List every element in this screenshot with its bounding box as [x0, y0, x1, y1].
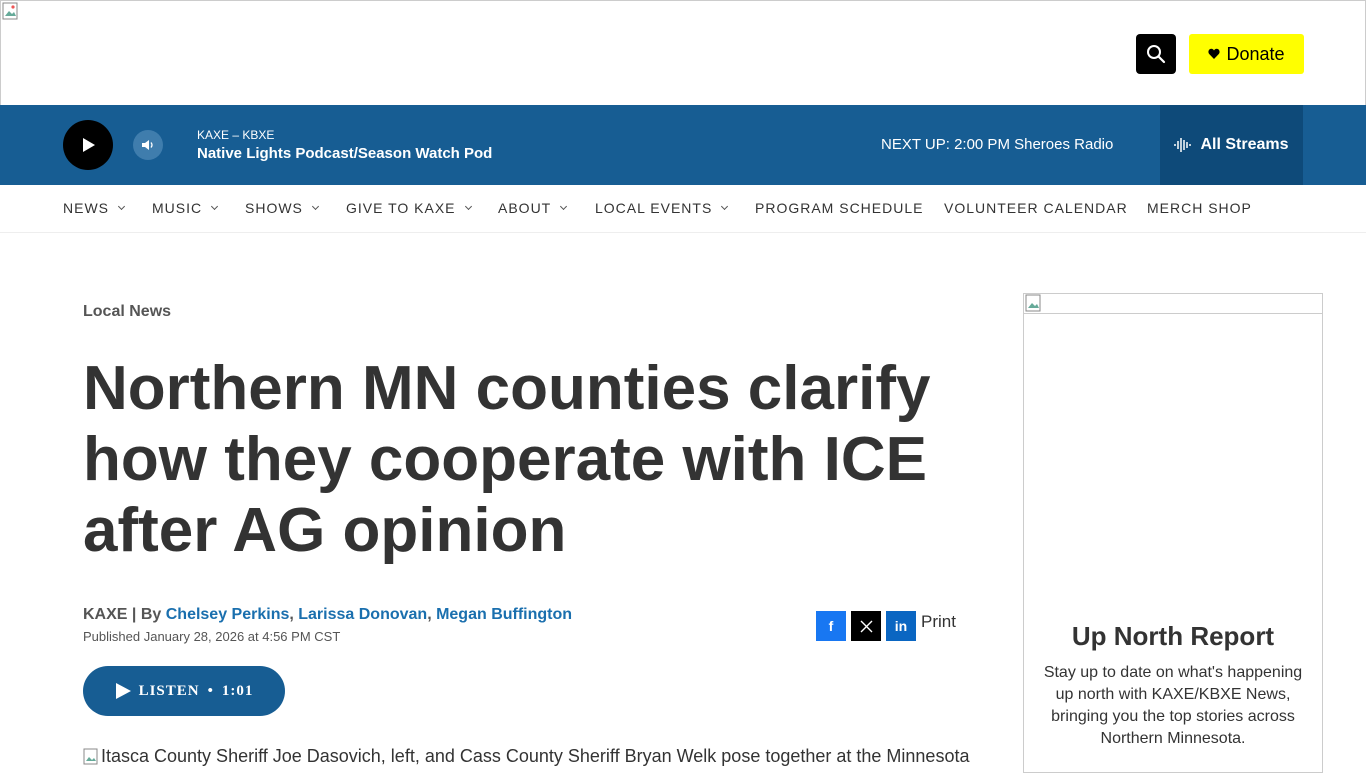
nav-item-label: PROGRAM SCHEDULE — [755, 200, 924, 216]
nav-item-label: LOCAL EVENTS — [595, 200, 713, 216]
volume-button[interactable] — [133, 130, 163, 160]
play-button[interactable] — [63, 120, 113, 170]
main-navigation: NEWS MUSIC SHOWS GIVE TO KAXE ABOUT LOCA… — [0, 185, 1366, 233]
nav-item-about[interactable]: ABOUT — [498, 200, 568, 216]
donate-label: Donate — [1226, 43, 1285, 64]
listen-duration: 1:01 — [221, 682, 254, 699]
nav-item-shows[interactable]: SHOWS — [245, 200, 319, 216]
byline: KAXE | By Chelsey Perkins, Larissa Donov… — [83, 606, 573, 623]
site-header: Donate — [0, 0, 1366, 105]
print-button[interactable]: Print — [921, 612, 956, 632]
nav-item-program-schedule[interactable]: PROGRAM SCHEDULE — [755, 200, 923, 216]
now-playing-program[interactable]: Native Lights Podcast/Season Watch Pod — [197, 145, 492, 162]
published-date: Published January 28, 2026 at 4:56 PM CS… — [83, 629, 341, 644]
chevron-down-icon — [560, 202, 568, 210]
nav-item-label: GIVE TO KAXE — [346, 200, 456, 216]
volume-icon — [142, 140, 153, 150]
broken-image-icon — [1025, 294, 1041, 312]
author-link[interactable]: Larissa Donovan — [298, 606, 427, 623]
chevron-down-icon — [117, 202, 126, 210]
sidebar-description: Stay up to date on what's happening up n… — [1043, 664, 1303, 747]
listen-label: LISTEN — [138, 682, 200, 699]
x-share-button[interactable] — [851, 611, 881, 641]
all-streams-button[interactable]: All Streams — [1160, 105, 1303, 185]
broken-logo-image-icon[interactable] — [2, 2, 20, 22]
chevron-down-icon — [464, 202, 472, 210]
play-icon — [115, 683, 131, 699]
nav-item-give-to-kaxe[interactable]: GIVE TO KAXE — [346, 200, 472, 216]
article-title: Northern MN counties clarify how they co… — [83, 354, 931, 565]
heart-icon — [1208, 48, 1221, 59]
nav-item-label: VOLUNTEER CALENDAR — [944, 200, 1128, 216]
sidebar-image — [1024, 294, 1322, 314]
linkedin-icon: in — [894, 618, 908, 634]
image-alt-text: Itasca County Sheriff Joe Dasovich, left… — [101, 746, 970, 766]
nav-item-label: NEWS — [63, 200, 109, 216]
source-name: KAXE — [83, 606, 128, 623]
nav-item-music[interactable]: MUSIC — [152, 200, 219, 216]
listen-button[interactable]: LISTEN • 1:01 — [83, 666, 285, 716]
author-link[interactable]: Chelsey Perkins — [166, 606, 290, 623]
linkedin-share-button[interactable]: in — [886, 611, 916, 641]
sidebar-promo: Up North Report Stay up to date on what'… — [1023, 293, 1323, 773]
section-link[interactable]: Local News — [83, 303, 171, 321]
listen-separator: • — [207, 682, 214, 699]
search-icon — [1147, 45, 1166, 64]
donate-button[interactable]: Donate — [1189, 34, 1304, 74]
nav-item-label: MERCH SHOP — [1147, 200, 1252, 216]
facebook-share-button[interactable]: f — [816, 611, 846, 641]
nav-item-label: ABOUT — [498, 200, 552, 216]
nav-item-label: SHOWS — [245, 200, 303, 216]
author-link[interactable]: Megan Buffington — [436, 606, 572, 623]
sidebar-title: Up North Report — [1071, 621, 1275, 651]
next-up-text: NEXT UP: 2:00 PM Sheroes Radio — [881, 136, 1114, 153]
article-image: Itasca County Sheriff Joe Dasovich, left… — [83, 746, 969, 767]
search-button[interactable] — [1136, 34, 1176, 74]
broken-image-icon — [83, 748, 98, 764]
nav-item-news[interactable]: NEWS — [63, 200, 126, 216]
chevron-down-icon — [721, 202, 729, 210]
facebook-icon: f — [828, 618, 834, 634]
nav-item-merch-shop[interactable]: MERCH SHOP — [1147, 200, 1252, 216]
x-logo-icon — [860, 620, 872, 632]
station-name: KAXE – KBXE — [197, 128, 275, 142]
audio-wave-icon — [1174, 138, 1192, 152]
all-streams-label: All Streams — [1200, 136, 1289, 153]
by-label: | By — [131, 606, 162, 623]
chevron-down-icon — [211, 202, 219, 210]
nav-item-local-events[interactable]: LOCAL EVENTS — [595, 200, 729, 216]
nav-item-label: MUSIC — [152, 200, 203, 216]
chevron-down-icon — [311, 202, 319, 210]
audio-player-bar: KAXE – KBXE Native Lights Podcast/Season… — [0, 105, 1366, 185]
nav-item-volunteer-calendar[interactable]: VOLUNTEER CALENDAR — [944, 200, 1128, 216]
play-icon — [83, 138, 95, 152]
